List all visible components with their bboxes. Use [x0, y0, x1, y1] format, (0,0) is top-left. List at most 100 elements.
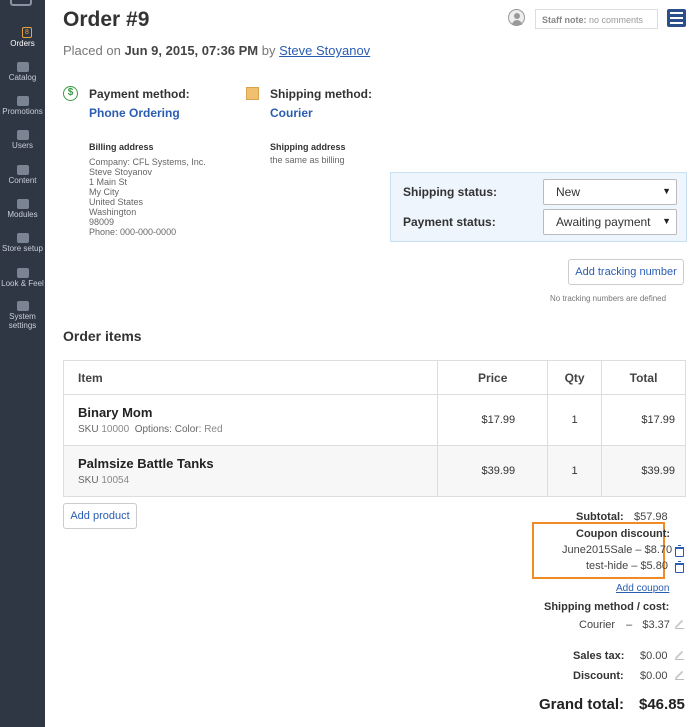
placed-date: Jun 9, 2015, 07:36 PM — [124, 43, 259, 58]
order-items-table: Item Price Qty Total Binary Mom SKU 1000… — [62, 360, 686, 497]
dollar-icon: $ — [63, 86, 78, 101]
coupon-code: test-hide — [586, 560, 629, 572]
sidebar-item-label: Look & Feel — [1, 279, 44, 288]
promotions-icon — [16, 96, 29, 106]
billing-address-line: Steve Stoyanov — [89, 167, 153, 177]
column-header-total: Total — [601, 360, 686, 395]
item-cell: Palmsize Battle Tanks SKU 10054 — [62, 445, 439, 497]
page-title: Order #9 — [63, 8, 150, 31]
shipping-method-label: Shipping method: — [270, 87, 372, 101]
grand-total-value: $46.85 — [639, 696, 685, 713]
shipping-cost-label: Shipping method / cost: — [544, 601, 670, 613]
payment-method-value[interactable]: Phone Ordering — [89, 106, 180, 120]
qty-cell[interactable]: 1 — [547, 394, 603, 446]
sku-label: SKU — [78, 424, 99, 435]
grand-total-label: Grand total: — [539, 696, 624, 713]
no-tracking-text: No tracking numbers are defined — [550, 294, 667, 303]
sidebar-item-content[interactable]: Content — [0, 165, 45, 185]
options-label: Options: Color: — [134, 424, 202, 435]
edit-icon[interactable] — [675, 651, 684, 660]
billing-address-line: Phone: 000-000-0000 — [89, 227, 177, 237]
shipping-cost-line: Courier – $3.37 — [579, 619, 670, 631]
sidebar-item-users[interactable]: Users — [0, 130, 45, 150]
sidebar-item-look-feel[interactable]: Look & Feel — [0, 268, 45, 288]
sidebar-item-modules[interactable]: Modules — [0, 199, 45, 219]
content-icon — [16, 165, 29, 175]
coupon-amount: – $5.80 — [631, 560, 668, 572]
price-cell[interactable]: $39.99 — [437, 445, 549, 497]
trash-icon[interactable] — [675, 561, 684, 573]
product-meta: SKU 10000 Options: Color: Red — [78, 424, 437, 435]
shipping-status-select[interactable]: New ▼ — [543, 179, 677, 205]
billing-address-line: United States — [89, 197, 144, 207]
shipping-status-value: New — [556, 185, 581, 199]
sidebar-item-promotions[interactable]: Promotions — [0, 96, 45, 116]
box-icon — [246, 87, 259, 100]
sku-value: 10000 — [101, 424, 130, 435]
sidebar: 8 Orders Catalog Promotions Users Conten… — [0, 0, 45, 727]
chevron-down-icon: ▼ — [662, 186, 671, 196]
payment-status-value: Awaiting payment — [556, 215, 651, 229]
logo-icon — [10, 0, 32, 6]
coupon-amount: – $8.70 — [635, 544, 673, 556]
payment-method-label: Payment method: — [89, 87, 190, 101]
coupon-line: June2015Sale – $8.70 — [562, 544, 672, 556]
product-meta: SKU 10054 — [78, 475, 437, 486]
sales-tax-value: $0.00 — [640, 650, 668, 662]
discount-label: Discount: — [573, 670, 624, 682]
staff-note-field[interactable]: Staff note: no comments — [535, 9, 658, 29]
billing-address-line: 98009 — [89, 217, 115, 227]
order-details: Order #9 Placed on Jun 9, 2015, 07:36 PM… — [45, 0, 700, 727]
sidebar-item-store-setup[interactable]: Store setup — [0, 233, 45, 253]
sku-value: 10054 — [101, 475, 130, 486]
billing-address-line: My City — [89, 187, 119, 197]
placed-info: Placed on Jun 9, 2015, 07:36 PM by Steve… — [63, 43, 370, 58]
sidebar-item-catalog[interactable]: Catalog — [0, 62, 45, 82]
sku-label: SKU — [78, 475, 99, 486]
sidebar-item-label: Modules — [7, 210, 38, 219]
coupon-discount-box: Coupon discount: June2015Sale – $8.70 te… — [532, 522, 684, 579]
add-product-button[interactable]: Add product — [63, 503, 137, 529]
billing-address-line: 1 Main St — [89, 177, 128, 187]
customer-link[interactable]: Steve Stoyanov — [279, 43, 370, 58]
add-tracking-number-button[interactable]: Add tracking number — [568, 259, 684, 285]
placed-prefix: Placed on — [63, 43, 121, 58]
menu-icon[interactable] — [667, 9, 686, 27]
add-coupon-link[interactable]: Add coupon — [616, 583, 669, 594]
trash-icon[interactable] — [675, 545, 684, 557]
sidebar-item-label: settings — [8, 321, 37, 330]
shipping-cost-method: Courier — [579, 619, 616, 631]
tag-icon — [16, 62, 29, 72]
coupon-code: June2015Sale — [562, 544, 633, 556]
product-name[interactable]: Palmsize Battle Tanks — [78, 456, 437, 471]
column-header-qty: Qty — [547, 360, 603, 395]
sidebar-item-system-settings[interactable]: System settings — [0, 301, 45, 330]
table-row: Palmsize Battle Tanks SKU 10054 $39.99 1… — [62, 445, 686, 497]
shipping-status-label: Shipping status: — [403, 185, 497, 199]
item-cell: Binary Mom SKU 10000 Options: Color: Red — [62, 394, 439, 446]
status-panel: Shipping status: New ▼ Payment status: A… — [390, 172, 687, 242]
payment-status-select[interactable]: Awaiting payment ▼ — [543, 209, 677, 235]
product-name[interactable]: Binary Mom — [78, 405, 437, 420]
total-cell: $39.99 — [601, 445, 686, 497]
options-value: Red — [204, 424, 223, 435]
qty-cell[interactable]: 1 — [547, 445, 603, 497]
column-header-item: Item — [62, 360, 439, 395]
sidebar-item-orders[interactable]: 8 Orders — [0, 27, 45, 48]
order-items-title: Order items — [63, 328, 142, 344]
edit-icon[interactable] — [675, 671, 684, 680]
orders-icon: 8 — [22, 27, 32, 38]
price-cell[interactable]: $17.99 — [437, 394, 549, 446]
edit-icon[interactable] — [675, 620, 684, 629]
puzzle-icon — [16, 199, 29, 209]
table-row: Binary Mom SKU 10000 Options: Color: Red… — [62, 394, 686, 446]
sidebar-item-label: Promotions — [2, 107, 43, 116]
coupon-line: test-hide – $5.80 — [586, 560, 668, 572]
user-avatar-icon — [508, 9, 525, 26]
staff-note-label: Staff note: — [542, 15, 587, 25]
sidebar-item-label: Orders — [10, 39, 35, 48]
shipping-method-value[interactable]: Courier — [270, 106, 313, 120]
placed-by: by — [261, 43, 276, 58]
sidebar-item-label: Store setup — [2, 244, 43, 253]
total-cell: $17.99 — [601, 394, 686, 446]
